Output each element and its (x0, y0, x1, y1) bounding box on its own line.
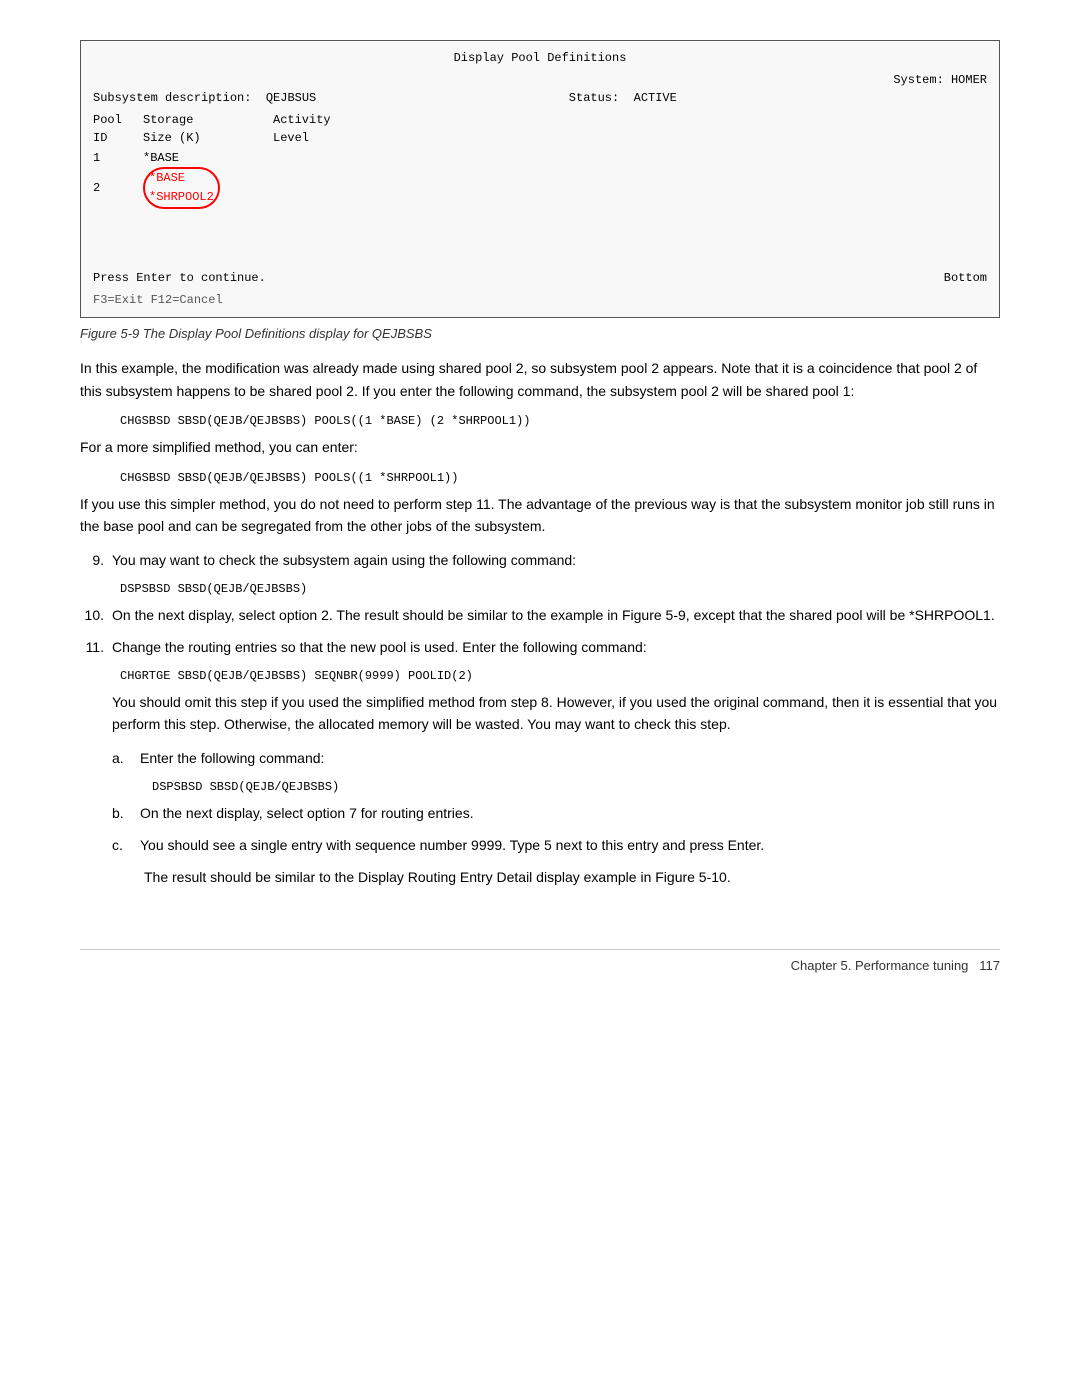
pool-id-1: 1 (93, 149, 143, 167)
pool-row-1: 1 *BASE (93, 149, 987, 167)
pool-id-2: 2 (93, 179, 143, 197)
item-b-letter: b. (112, 802, 132, 824)
system-label: System: (893, 71, 943, 89)
item-c-letter: c. (112, 834, 132, 856)
subsystem-line: Subsystem description: QEJBSUS Status: A… (93, 89, 987, 107)
press-message: Press Enter to continue. (93, 269, 266, 287)
footer-page: 117 (979, 958, 1000, 973)
item-9-number: 9. (80, 549, 104, 571)
item-11-extra: You should omit this step if you used th… (112, 691, 1000, 736)
subsystem-value: QEJBSUS (266, 91, 316, 105)
footer-chapter: Chapter 5. Performance tuning (791, 958, 969, 973)
numbered-item-11: 11. Change the routing entries so that t… (80, 636, 1000, 658)
col-activity: ActivityLevel (273, 111, 353, 147)
pool-row-2: 2 *BASE*SHRPOOL2 (93, 167, 987, 209)
item-11-text: Change the routing entries so that the n… (112, 636, 647, 658)
code-chgsbsd-full: CHGSBSD SBSD(QEJB/QEJBSBS) POOLS((1 *BAS… (120, 414, 1000, 428)
pool-storage-1: *BASE (143, 149, 273, 167)
code-dspsbsd-2: DSPSBSD SBSD(QEJB/QEJBSBS) (152, 780, 1000, 794)
terminal-bottom-section: Press Enter to continue. Bottom F3=Exit … (93, 269, 987, 309)
lettered-item-b: b. On the next display, select option 7 … (112, 802, 1000, 824)
pool-storage-2-container: *BASE*SHRPOOL2 (143, 167, 273, 209)
subsystem-description: Subsystem description: QEJBSUS (93, 89, 316, 107)
code-dspsbsd-1: DSPSBSD SBSD(QEJB/QEJBSBS) (120, 582, 1000, 596)
item-10-number: 10. (80, 604, 104, 626)
item-b-text: On the next display, select option 7 for… (140, 802, 474, 824)
paragraph-3: If you use this simpler method, you do n… (80, 493, 1000, 538)
paragraph-2: For a more simplified method, you can en… (80, 436, 1000, 458)
terminal-system-line: System: HOMER (93, 71, 987, 89)
status-value: ACTIVE (634, 91, 677, 105)
terminal-commands: F3=Exit F12=Cancel (93, 291, 987, 309)
item-c-text: You should see a single entry with seque… (140, 834, 764, 856)
status-label: Status: (569, 91, 619, 105)
figure-caption: Figure 5-9 The Display Pool Definitions … (80, 326, 1000, 341)
terminal-title: Display Pool Definitions (93, 49, 987, 67)
lettered-item-c: c. You should see a single entry with se… (112, 834, 1000, 856)
item-a-text: Enter the following command: (140, 747, 324, 769)
pool-rows: 1 *BASE 2 *BASE*SHRPOOL2 (93, 149, 987, 209)
result-text: The result should be similar to the Disp… (144, 866, 1000, 888)
column-headers: PoolID StorageSize (K) ActivityLevel (93, 111, 987, 147)
terminal-bottom-row: Press Enter to continue. Bottom (93, 269, 987, 287)
numbered-item-9: 9. You may want to check the subsystem a… (80, 549, 1000, 571)
item-9-text: You may want to check the subsystem agai… (112, 549, 576, 571)
system-value: HOMER (951, 71, 987, 89)
bottom-label: Bottom (944, 269, 987, 287)
col-storage: StorageSize (K) (143, 111, 273, 147)
col-pool-id: PoolID (93, 111, 143, 147)
status-section: Status: ACTIVE (569, 89, 677, 107)
numbered-item-10: 10. On the next display, select option 2… (80, 604, 1000, 626)
paragraph-1: In this example, the modification was al… (80, 357, 1000, 402)
code-chgrtge: CHGRTGE SBSD(QEJB/QEJBSBS) SEQNBR(9999) … (120, 669, 1000, 683)
page-footer: Chapter 5. Performance tuning 117 (80, 949, 1000, 973)
item-10-text: On the next display, select option 2. Th… (112, 604, 995, 626)
lettered-item-a: a. Enter the following command: (112, 747, 1000, 769)
item-11-number: 11. (80, 636, 104, 658)
terminal-display: Display Pool Definitions System: HOMER S… (80, 40, 1000, 318)
subsystem-label: Subsystem description: (93, 91, 251, 105)
pool-storage-circled: *BASE*SHRPOOL2 (143, 167, 220, 209)
spacer (929, 89, 987, 107)
item-a-letter: a. (112, 747, 132, 769)
code-chgsbsd-simple: CHGSBSD SBSD(QEJB/QEJBSBS) POOLS((1 *SHR… (120, 471, 1000, 485)
